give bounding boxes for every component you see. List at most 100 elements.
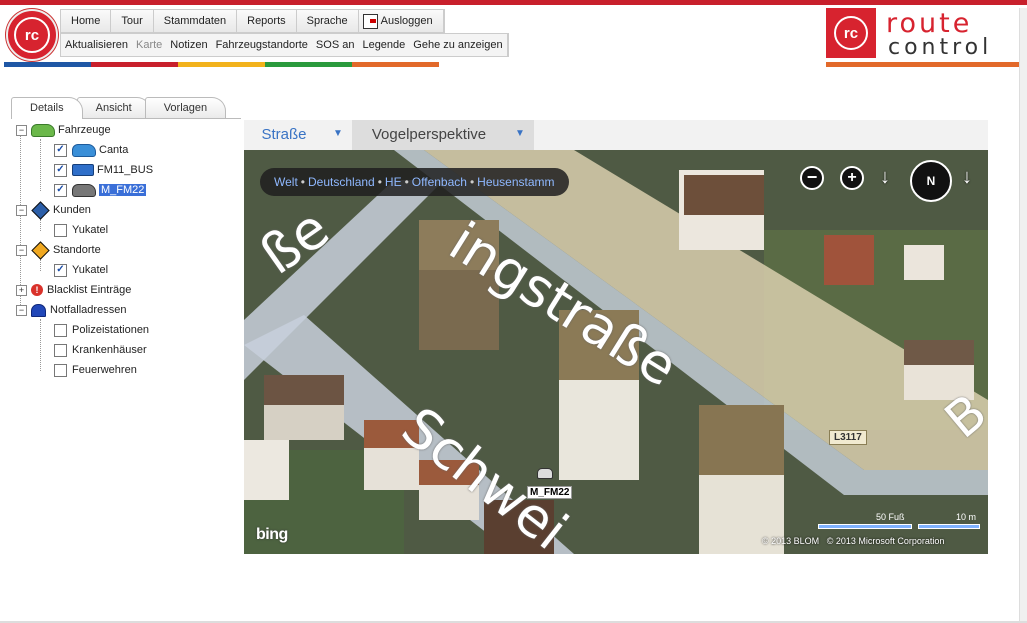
tree-group-label: Fahrzeuge bbox=[58, 124, 111, 136]
tree-item-label: Yukatel bbox=[72, 224, 109, 236]
color-stripe-segment bbox=[352, 62, 439, 67]
bing-logo: bing bbox=[256, 526, 288, 543]
submenu-gehe-zu[interactable]: Gehe zu anzeigen bbox=[409, 34, 508, 56]
collapse-icon[interactable]: − bbox=[16, 304, 27, 316]
breadcrumb-welt[interactable]: Welt bbox=[274, 175, 298, 189]
tree-item-fm11-bus[interactable]: ✓ FM11_BUS bbox=[54, 161, 153, 179]
breadcrumb-he[interactable]: HE bbox=[385, 175, 402, 189]
logout-button[interactable]: Ausloggen bbox=[359, 10, 444, 32]
menu-tour[interactable]: Tour bbox=[111, 10, 154, 32]
tree-item-kunden-yukatel[interactable]: Yukatel bbox=[54, 221, 108, 239]
vehicle-label[interactable]: M_FM22 bbox=[527, 486, 573, 499]
rotate-left-icon[interactable]: ↓ bbox=[880, 166, 890, 189]
expand-icon[interactable]: + bbox=[16, 284, 27, 296]
submenu-sos[interactable]: SOS an bbox=[312, 34, 359, 56]
zoom-out-button[interactable]: − bbox=[800, 166, 824, 190]
tree-group-kunden[interactable]: − Kunden bbox=[16, 200, 91, 220]
menu-stammdaten[interactable]: Stammdaten bbox=[154, 10, 238, 32]
location-diamond-icon bbox=[31, 240, 50, 260]
scale-bar bbox=[918, 524, 980, 529]
checkbox-unchecked-icon[interactable] bbox=[54, 363, 67, 377]
checkbox-unchecked-icon[interactable] bbox=[54, 343, 67, 357]
tree-group-label: Notfalladressen bbox=[50, 304, 127, 316]
vehicle-marker-icon[interactable] bbox=[537, 468, 553, 479]
brand-line-2: control bbox=[888, 35, 993, 60]
color-stripe-segment bbox=[265, 62, 352, 67]
tab-vorlagen[interactable]: Vorlagen bbox=[144, 97, 227, 119]
collapse-icon[interactable]: − bbox=[16, 244, 27, 256]
tree-item-label: Canta bbox=[99, 144, 129, 156]
checkbox-checked-icon[interactable]: ✓ bbox=[54, 183, 67, 197]
submenu-legende[interactable]: Legende bbox=[358, 34, 409, 56]
map-type-road-button[interactable]: Straße bbox=[244, 120, 324, 150]
brand-logo-mark: rc bbox=[826, 8, 876, 58]
car-icon bbox=[31, 123, 55, 137]
tab-details[interactable]: Details bbox=[11, 97, 83, 119]
checkbox-checked-icon[interactable]: ✓ bbox=[54, 263, 67, 277]
collapse-icon[interactable]: − bbox=[16, 124, 27, 136]
submenu-aktualisieren[interactable]: Aktualisieren bbox=[61, 34, 132, 56]
submenu-karte[interactable]: Karte bbox=[132, 34, 166, 56]
submenu-fahrzeugstandorte[interactable]: Fahrzeugstandorte bbox=[212, 34, 312, 56]
breadcrumb-heusenstamm[interactable]: Heusenstamm bbox=[477, 175, 554, 189]
tree-item-polizeistationen[interactable]: Polizeistationen bbox=[54, 321, 149, 339]
copyright-blom: © 2013 BLOM bbox=[762, 536, 820, 546]
menu-sprache[interactable]: Sprache bbox=[297, 10, 359, 32]
tree-item-label: Krankenhäuser bbox=[72, 344, 147, 356]
checkbox-unchecked-icon[interactable] bbox=[54, 223, 67, 237]
color-stripe-segment bbox=[4, 62, 91, 67]
tree-group-fahrzeuge[interactable]: − Fahrzeuge bbox=[16, 121, 111, 139]
tree-item-krankenhaeuser[interactable]: Krankenhäuser bbox=[54, 341, 147, 359]
submenu-notizen[interactable]: Notizen bbox=[166, 34, 211, 56]
customer-diamond-icon bbox=[31, 200, 50, 220]
checkbox-checked-icon[interactable]: ✓ bbox=[54, 143, 67, 157]
scale-bar bbox=[818, 524, 912, 529]
tree-item-label: Polizeistationen bbox=[72, 324, 150, 336]
menu-home[interactable]: Home bbox=[61, 10, 112, 32]
scale-feet: 50 Fuß bbox=[876, 512, 905, 522]
breadcrumb-offenbach[interactable]: Offenbach bbox=[412, 175, 467, 189]
header-top-line bbox=[0, 0, 1027, 5]
car-icon bbox=[72, 183, 96, 197]
map-type-birdseye-button[interactable]: Vogelperspektive bbox=[352, 120, 506, 150]
logo-small[interactable]: rc bbox=[6, 9, 58, 61]
chevron-down-icon[interactable]: ▼ bbox=[506, 120, 534, 150]
map-scale: 50 Fuß 10 m bbox=[818, 512, 982, 532]
tree-group-blacklist[interactable]: + ! Blacklist Einträge bbox=[16, 281, 131, 299]
tree-item-m-fm22[interactable]: ✓ M_FM22 bbox=[54, 181, 147, 199]
tree-group-notfalladressen[interactable]: − Notfalladressen bbox=[16, 301, 126, 319]
tree-item-label: Feuerwehren bbox=[72, 364, 137, 376]
tree-line bbox=[40, 219, 41, 231]
rotate-right-icon[interactable]: ↓ bbox=[962, 166, 972, 189]
collapse-icon[interactable]: − bbox=[16, 204, 27, 216]
checkbox-unchecked-icon[interactable] bbox=[54, 323, 67, 337]
tree-item-standorte-yukatel[interactable]: ✓ Yukatel bbox=[54, 261, 108, 279]
road-number-badge: L3117 bbox=[829, 430, 867, 445]
logout-icon bbox=[362, 13, 378, 29]
tree-line bbox=[40, 319, 41, 371]
tree-item-label: M_FM22 bbox=[99, 184, 147, 196]
chevron-down-icon[interactable]: ▼ bbox=[324, 120, 352, 150]
color-stripe-right bbox=[826, 62, 1023, 67]
window-scrollbar[interactable] bbox=[1019, 8, 1027, 623]
breadcrumb-deutschland[interactable]: Deutschland bbox=[308, 175, 375, 189]
bus-icon bbox=[72, 164, 94, 176]
color-stripe-segment bbox=[178, 62, 265, 67]
checkbox-checked-icon[interactable]: ✓ bbox=[54, 163, 67, 177]
tree-group-label: Kunden bbox=[53, 204, 91, 216]
tree-group-label: Standorte bbox=[53, 244, 101, 256]
warning-icon: ! bbox=[31, 284, 43, 296]
zoom-in-button[interactable]: + bbox=[840, 166, 864, 190]
copyright-microsoft: © 2013 Microsoft Corporation bbox=[826, 536, 945, 546]
tree-item-label: Yukatel bbox=[72, 264, 109, 276]
menu-reports[interactable]: Reports bbox=[237, 10, 297, 32]
tree-group-standorte[interactable]: − Standorte bbox=[16, 240, 101, 260]
compass-label: N bbox=[926, 174, 936, 188]
map-canvas[interactable]: ingstraße Schwei ße B L3117 − + ↓ N ↓ bbox=[244, 150, 988, 554]
tree-item-feuerwehren[interactable]: Feuerwehren bbox=[54, 361, 137, 379]
brand-logo: rc route control bbox=[826, 8, 1002, 60]
tab-ansicht[interactable]: Ansicht bbox=[76, 97, 151, 119]
map-type-bar: Straße ▼ Vogelperspektive ▼ bbox=[244, 120, 988, 150]
compass-button[interactable]: N bbox=[910, 160, 952, 202]
tree-item-canta[interactable]: ✓ Canta bbox=[54, 141, 128, 159]
